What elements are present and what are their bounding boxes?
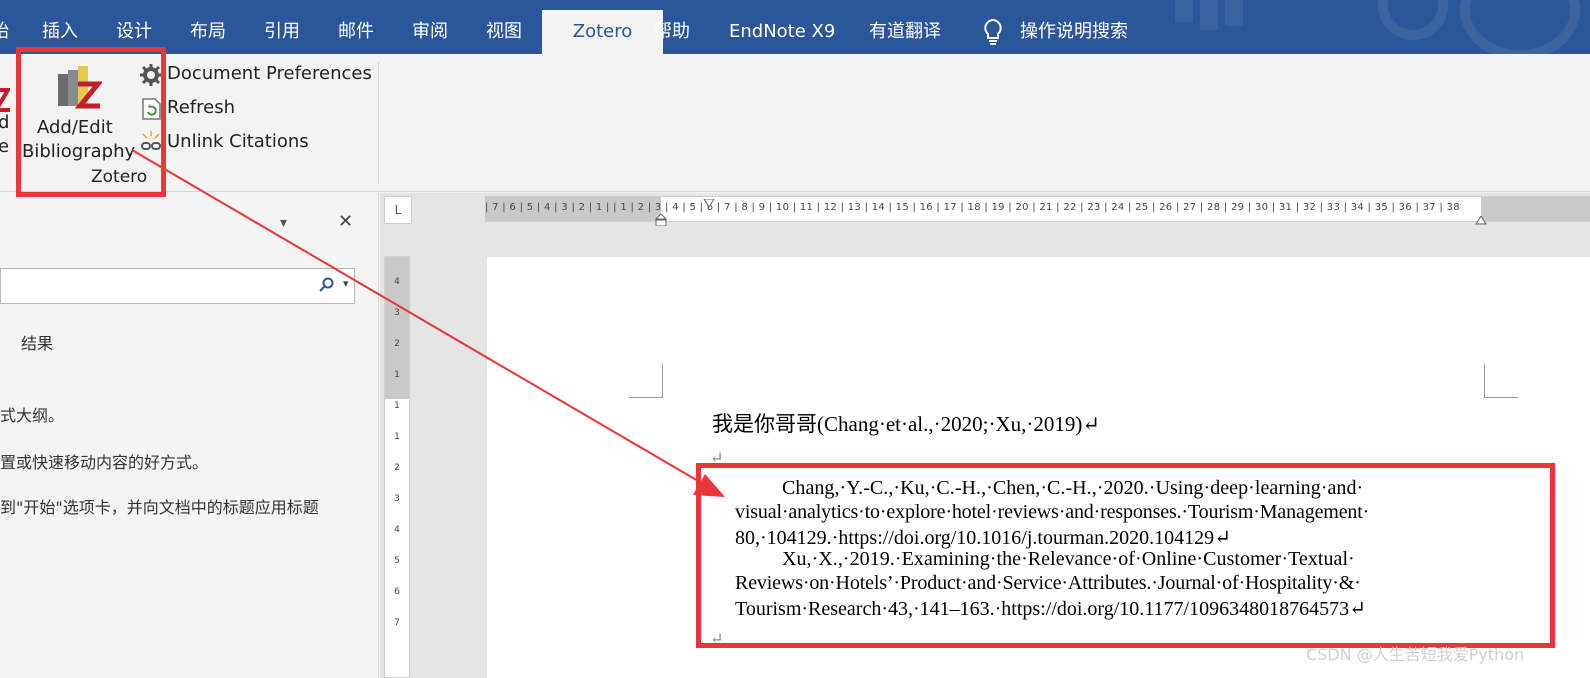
partial-button-label: e bbox=[0, 136, 10, 157]
word-window: { "tabs": ["始", "插入", "设计", "布局", "引用", … bbox=[0, 0, 1590, 678]
document-preferences-label: Document Preferences bbox=[167, 63, 372, 84]
navigation-search-input[interactable]: ▾ bbox=[0, 268, 355, 304]
tab-layout[interactable]: 布局 bbox=[190, 10, 226, 54]
partial-button-label: d bbox=[0, 112, 10, 133]
refresh-label: Refresh bbox=[167, 97, 235, 118]
margin-crop-mark bbox=[629, 364, 663, 398]
background-decoration bbox=[1460, 0, 1580, 54]
background-decoration bbox=[1200, 0, 1218, 30]
left-indent-marker-icon[interactable] bbox=[654, 211, 668, 230]
ribbon-tab-bar: 始 插入 设计 布局 引用 邮件 审阅 视图 Zotero 帮助 EndNote… bbox=[0, 0, 1590, 54]
ribbon-zotero-group: d e Add/Edit Bibliography Document Prefe… bbox=[0, 54, 1590, 192]
ruler-ticks: 432111234567 bbox=[394, 277, 400, 628]
margin-crop-mark bbox=[1484, 364, 1518, 398]
close-icon[interactable]: ✕ bbox=[338, 211, 353, 232]
tab-mailings[interactable]: 邮件 bbox=[338, 10, 374, 54]
background-decoration bbox=[1175, 0, 1193, 22]
tab-selector[interactable]: L bbox=[384, 196, 412, 224]
tab-home[interactable]: 始 bbox=[0, 10, 9, 54]
horizontal-ruler[interactable]: | 7 | 6 | 5 | 4 | 3 | 2 | 1 | | 1 | 2 | … bbox=[485, 194, 1590, 227]
pane-options-dropdown-icon[interactable]: ▾ bbox=[280, 215, 287, 231]
watermark: CSDN @人生苦短我爱Python bbox=[1306, 645, 1525, 664]
vertical-ruler[interactable]: 432111234567 bbox=[384, 256, 410, 678]
refresh-button[interactable]: Refresh bbox=[138, 94, 368, 122]
tab-references[interactable]: 引用 bbox=[264, 10, 300, 54]
background-decoration bbox=[1378, 0, 1448, 40]
unlink-citations-button[interactable]: Unlink Citations bbox=[138, 128, 368, 156]
nav-help-text: 置或快速移动内容的好方式。 bbox=[0, 453, 209, 472]
tab-results[interactable]: 结果 bbox=[21, 330, 53, 354]
ruler-margin bbox=[1481, 197, 1590, 221]
tab-youdao-translate[interactable]: 有道翻译 bbox=[869, 10, 941, 54]
tab-review[interactable]: 审阅 bbox=[412, 10, 448, 54]
first-line-indent-marker-icon[interactable] bbox=[703, 194, 715, 213]
search-icon[interactable] bbox=[319, 277, 335, 297]
search-options-chevron-icon[interactable]: ▾ bbox=[343, 277, 349, 290]
tab-help[interactable]: 帮助 bbox=[654, 10, 690, 54]
nav-help-text: 到"开始"选项卡，并向文档中的标题应用标题 bbox=[0, 498, 319, 517]
ruler-ticks: | 7 | 6 | 5 | 4 | 3 | 2 | 1 | | 1 | 2 | … bbox=[485, 202, 1460, 213]
tell-me-search[interactable]: 操作说明搜索 bbox=[1020, 10, 1128, 54]
tab-zotero[interactable]: Zotero bbox=[542, 10, 663, 54]
unlink-citations-label: Unlink Citations bbox=[167, 131, 309, 152]
nav-help-text: 式大纲。 bbox=[0, 406, 65, 425]
tab-endnote[interactable]: EndNote X9 bbox=[729, 10, 835, 54]
document-preferences-button[interactable]: Document Preferences bbox=[138, 60, 372, 88]
right-indent-marker-icon[interactable] bbox=[1475, 211, 1487, 230]
navigation-pane: ▾ ✕ ▾ 结果 式大纲。 置或快速移动内容的好方式。 到"开始"选项卡，并向文… bbox=[0, 193, 379, 678]
highlight-box-bibliography-button bbox=[16, 47, 166, 197]
highlight-box-bibliography bbox=[696, 463, 1555, 648]
tab-view[interactable]: 视图 bbox=[486, 10, 522, 54]
group-separator bbox=[378, 62, 379, 184]
lightbulb-icon bbox=[982, 18, 1004, 50]
background-decoration bbox=[1225, 0, 1243, 26]
body-paragraph-with-citation[interactable]: 我是你哥哥(Chang·et·al.,·2020;·Xu,·2019)↵ bbox=[712, 408, 1100, 438]
